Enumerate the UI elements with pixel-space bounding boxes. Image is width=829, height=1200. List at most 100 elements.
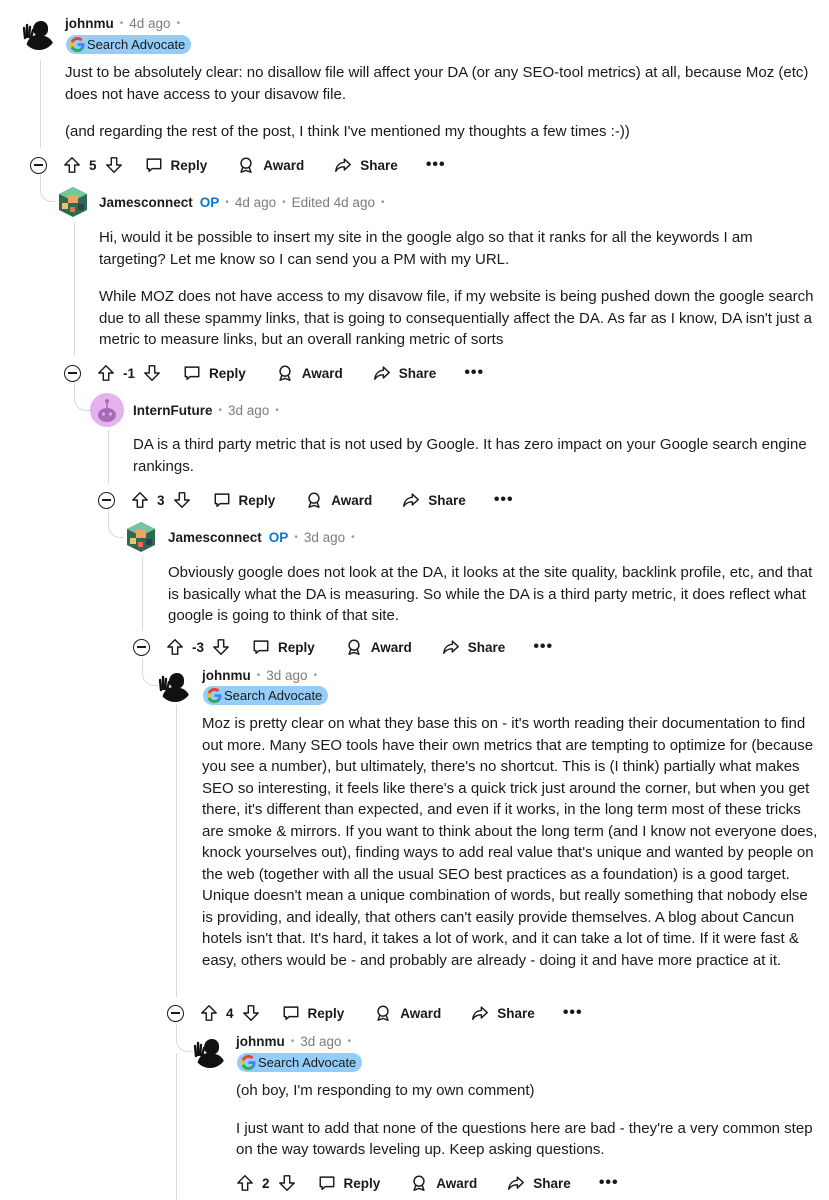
thread-line[interactable] xyxy=(108,430,109,484)
avatar[interactable] xyxy=(22,16,56,50)
comment-body: Obviously google does not look at the DA… xyxy=(168,562,818,627)
collapse-thread-button[interactable] xyxy=(167,1004,184,1022)
separator-dot: • xyxy=(225,197,229,208)
award-button[interactable]: Award xyxy=(276,364,343,382)
comment-body: Just to be absolutely clear: no disallow… xyxy=(65,62,815,143)
upvote-icon[interactable] xyxy=(236,1174,254,1192)
timestamp[interactable]: 4d ago xyxy=(129,16,170,31)
thread-line[interactable] xyxy=(142,557,143,631)
timestamp[interactable]: 3d ago xyxy=(300,1034,341,1049)
share-button[interactable]: Share xyxy=(334,156,398,174)
op-badge: OP xyxy=(199,195,220,210)
more-options-button[interactable]: ••• xyxy=(563,1004,583,1022)
reply-button[interactable]: Reply xyxy=(282,1004,344,1022)
collapse-thread-button[interactable] xyxy=(30,156,47,174)
avatar[interactable] xyxy=(193,1034,227,1068)
award-button[interactable]: Award xyxy=(305,491,372,509)
thread-line[interactable] xyxy=(40,60,41,148)
author-name[interactable]: johnmu xyxy=(202,668,251,683)
more-options-button[interactable]: ••• xyxy=(426,156,446,174)
share-label: Share xyxy=(428,492,466,508)
share-label: Share xyxy=(533,1175,571,1191)
comment-paragraph: (oh boy, I'm responding to my own commen… xyxy=(236,1082,535,1099)
avatar[interactable] xyxy=(90,393,124,427)
downvote-icon[interactable] xyxy=(278,1174,296,1192)
award-button[interactable]: Award xyxy=(410,1174,477,1192)
google-g-icon xyxy=(70,37,85,52)
award-button[interactable]: Award xyxy=(237,156,304,174)
share-label: Share xyxy=(360,157,398,173)
timestamp[interactable]: 3d ago xyxy=(228,403,269,418)
flair-text: Search Advocate xyxy=(224,688,323,703)
collapse-thread-button[interactable] xyxy=(133,638,150,656)
author-name[interactable]: Jamesconnect xyxy=(168,530,262,545)
award-label: Award xyxy=(331,492,373,508)
vote-score: 4 xyxy=(226,1005,234,1021)
reply-label: Reply xyxy=(343,1175,381,1191)
upvote-icon[interactable] xyxy=(63,156,81,174)
upvote-icon[interactable] xyxy=(200,1004,218,1022)
share-button[interactable]: Share xyxy=(442,638,505,656)
separator-dot: • xyxy=(218,405,223,416)
downvote-icon[interactable] xyxy=(242,1004,260,1022)
timestamp[interactable]: 3d ago xyxy=(304,530,345,545)
reply-label: Reply xyxy=(278,639,315,655)
silhouette-avatar-icon xyxy=(193,1034,227,1068)
author-name[interactable]: InternFuture xyxy=(133,403,213,418)
more-options-button[interactable]: ••• xyxy=(599,1174,619,1192)
avatar[interactable] xyxy=(158,668,192,702)
timestamp[interactable]: 3d ago xyxy=(266,668,307,683)
more-options-button[interactable]: ••• xyxy=(464,364,484,382)
award-icon xyxy=(348,639,360,655)
comment-paragraph: Just to be absolutely clear: no disallow… xyxy=(65,64,809,103)
timestamp[interactable]: 4d ago xyxy=(235,195,276,210)
award-button[interactable]: Award xyxy=(345,638,412,656)
vote-score: -3 xyxy=(192,639,205,655)
author-name[interactable]: johnmu xyxy=(236,1034,285,1049)
comment-paragraph: While MOZ does not have access to my dis… xyxy=(99,288,814,348)
reply-button[interactable]: Reply xyxy=(145,156,207,174)
award-label: Award xyxy=(400,1005,442,1021)
separator-dot: • xyxy=(290,1036,295,1047)
downvote-icon[interactable] xyxy=(212,638,230,656)
comment-body: DA is a third party metric that is not u… xyxy=(133,434,813,477)
separator-dot: • xyxy=(294,532,298,543)
more-options-button[interactable]: ••• xyxy=(494,491,514,509)
reply-button[interactable]: Reply xyxy=(252,638,315,656)
downvote-icon[interactable] xyxy=(105,156,123,174)
award-button[interactable]: Award xyxy=(374,1004,441,1022)
thread-line[interactable] xyxy=(74,222,75,356)
thread-line[interactable] xyxy=(176,705,177,997)
collapse-thread-button[interactable] xyxy=(98,491,115,509)
share-button[interactable]: Share xyxy=(507,1174,571,1192)
comment-actions: 2 Reply Award Share ••• xyxy=(236,1171,619,1195)
comment-body: Moz is pretty clear on what they base th… xyxy=(202,713,820,971)
collapse-thread-button[interactable] xyxy=(64,364,81,382)
comment-paragraph: Moz is pretty clear on what they base th… xyxy=(202,715,818,969)
google-g-icon xyxy=(207,688,222,703)
upvote-icon[interactable] xyxy=(97,364,115,382)
share-button[interactable]: Share xyxy=(402,491,466,509)
avatar[interactable] xyxy=(124,520,158,554)
thread-line[interactable] xyxy=(176,1053,177,1200)
share-button[interactable]: Share xyxy=(373,364,436,382)
comment-bubble-icon xyxy=(146,158,161,173)
share-button[interactable]: Share xyxy=(471,1004,535,1022)
author-name[interactable]: Jamesconnect xyxy=(99,195,193,210)
comment-bubble-icon xyxy=(253,640,269,655)
downvote-icon[interactable] xyxy=(173,491,191,509)
comment-bubble-icon xyxy=(214,493,229,508)
award-label: Award xyxy=(263,157,305,173)
downvote-icon[interactable] xyxy=(143,364,161,382)
share-label: Share xyxy=(497,1005,535,1021)
reply-button[interactable]: Reply xyxy=(213,491,275,509)
avatar[interactable] xyxy=(56,185,90,219)
upvote-icon[interactable] xyxy=(131,491,149,509)
reply-button[interactable]: Reply xyxy=(318,1174,381,1192)
more-options-button[interactable]: ••• xyxy=(533,638,553,656)
vote-group: 2 xyxy=(236,1174,296,1192)
reply-button[interactable]: Reply xyxy=(183,364,246,382)
comment-actions: 3 Reply Award Share ••• xyxy=(98,488,514,512)
upvote-icon[interactable] xyxy=(166,638,184,656)
author-name[interactable]: johnmu xyxy=(65,16,114,31)
